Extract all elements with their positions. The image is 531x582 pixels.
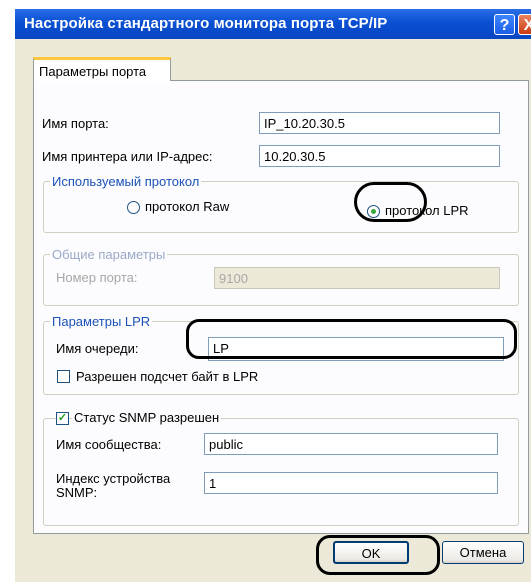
- lpr-highlight-ring: [354, 182, 427, 222]
- port-number-label: Номер порта:: [56, 270, 138, 285]
- port-name-field[interactable]: IP_10.20.30.5: [259, 112, 500, 134]
- help-icon[interactable]: ?: [494, 14, 515, 35]
- community-name-field[interactable]: public: [204, 433, 498, 455]
- byte-count-label[interactable]: Разрешен подсчет байт в LPR: [76, 369, 258, 384]
- raw-radio[interactable]: [127, 201, 140, 214]
- snmp-index-label-line1: Индекс устройства: [56, 471, 171, 486]
- printer-address-field[interactable]: 10.20.30.5: [259, 145, 500, 167]
- port-number-field: 9100: [214, 267, 500, 289]
- title-bar[interactable]: Настройка стандартного монитора порта TC…: [15, 9, 531, 39]
- byte-count-checkbox[interactable]: [57, 370, 70, 383]
- close-icon[interactable]: X: [518, 14, 531, 35]
- community-name-label: Имя сообщества:: [56, 437, 162, 452]
- queue-highlight-ring: [186, 319, 517, 359]
- snmp-enabled-label[interactable]: Статус SNMP разрешен: [72, 410, 222, 425]
- lpr-params-legend: Параметры LPR: [50, 314, 153, 329]
- raw-radio-label[interactable]: протокол Raw: [145, 199, 229, 214]
- snmp-index-field[interactable]: 1: [204, 472, 498, 494]
- printer-address-label: Имя принтера или IP-адрес:: [42, 149, 213, 164]
- queue-name-label: Имя очереди:: [56, 341, 139, 356]
- cancel-button[interactable]: Отмена: [442, 541, 524, 564]
- tcpip-port-monitor-dialog: Настройка стандартного монитора порта TC…: [15, 9, 531, 582]
- protocol-legend: Используемый протокол: [50, 174, 202, 189]
- tab-panel: Имя порта: IP_10.20.30.5 Имя принтера ил…: [33, 80, 529, 534]
- common-params-legend: Общие параметры: [50, 247, 168, 262]
- port-name-label: Имя порта:: [42, 116, 109, 131]
- tab-port-settings[interactable]: Параметры порта: [33, 57, 171, 81]
- snmp-enabled-checkbox[interactable]: ✓: [56, 412, 69, 425]
- ok-highlight-ring: [316, 535, 440, 575]
- snmp-index-label-line2: SNMP:: [56, 485, 98, 500]
- window-title: Настройка стандартного монитора порта TC…: [24, 15, 388, 32]
